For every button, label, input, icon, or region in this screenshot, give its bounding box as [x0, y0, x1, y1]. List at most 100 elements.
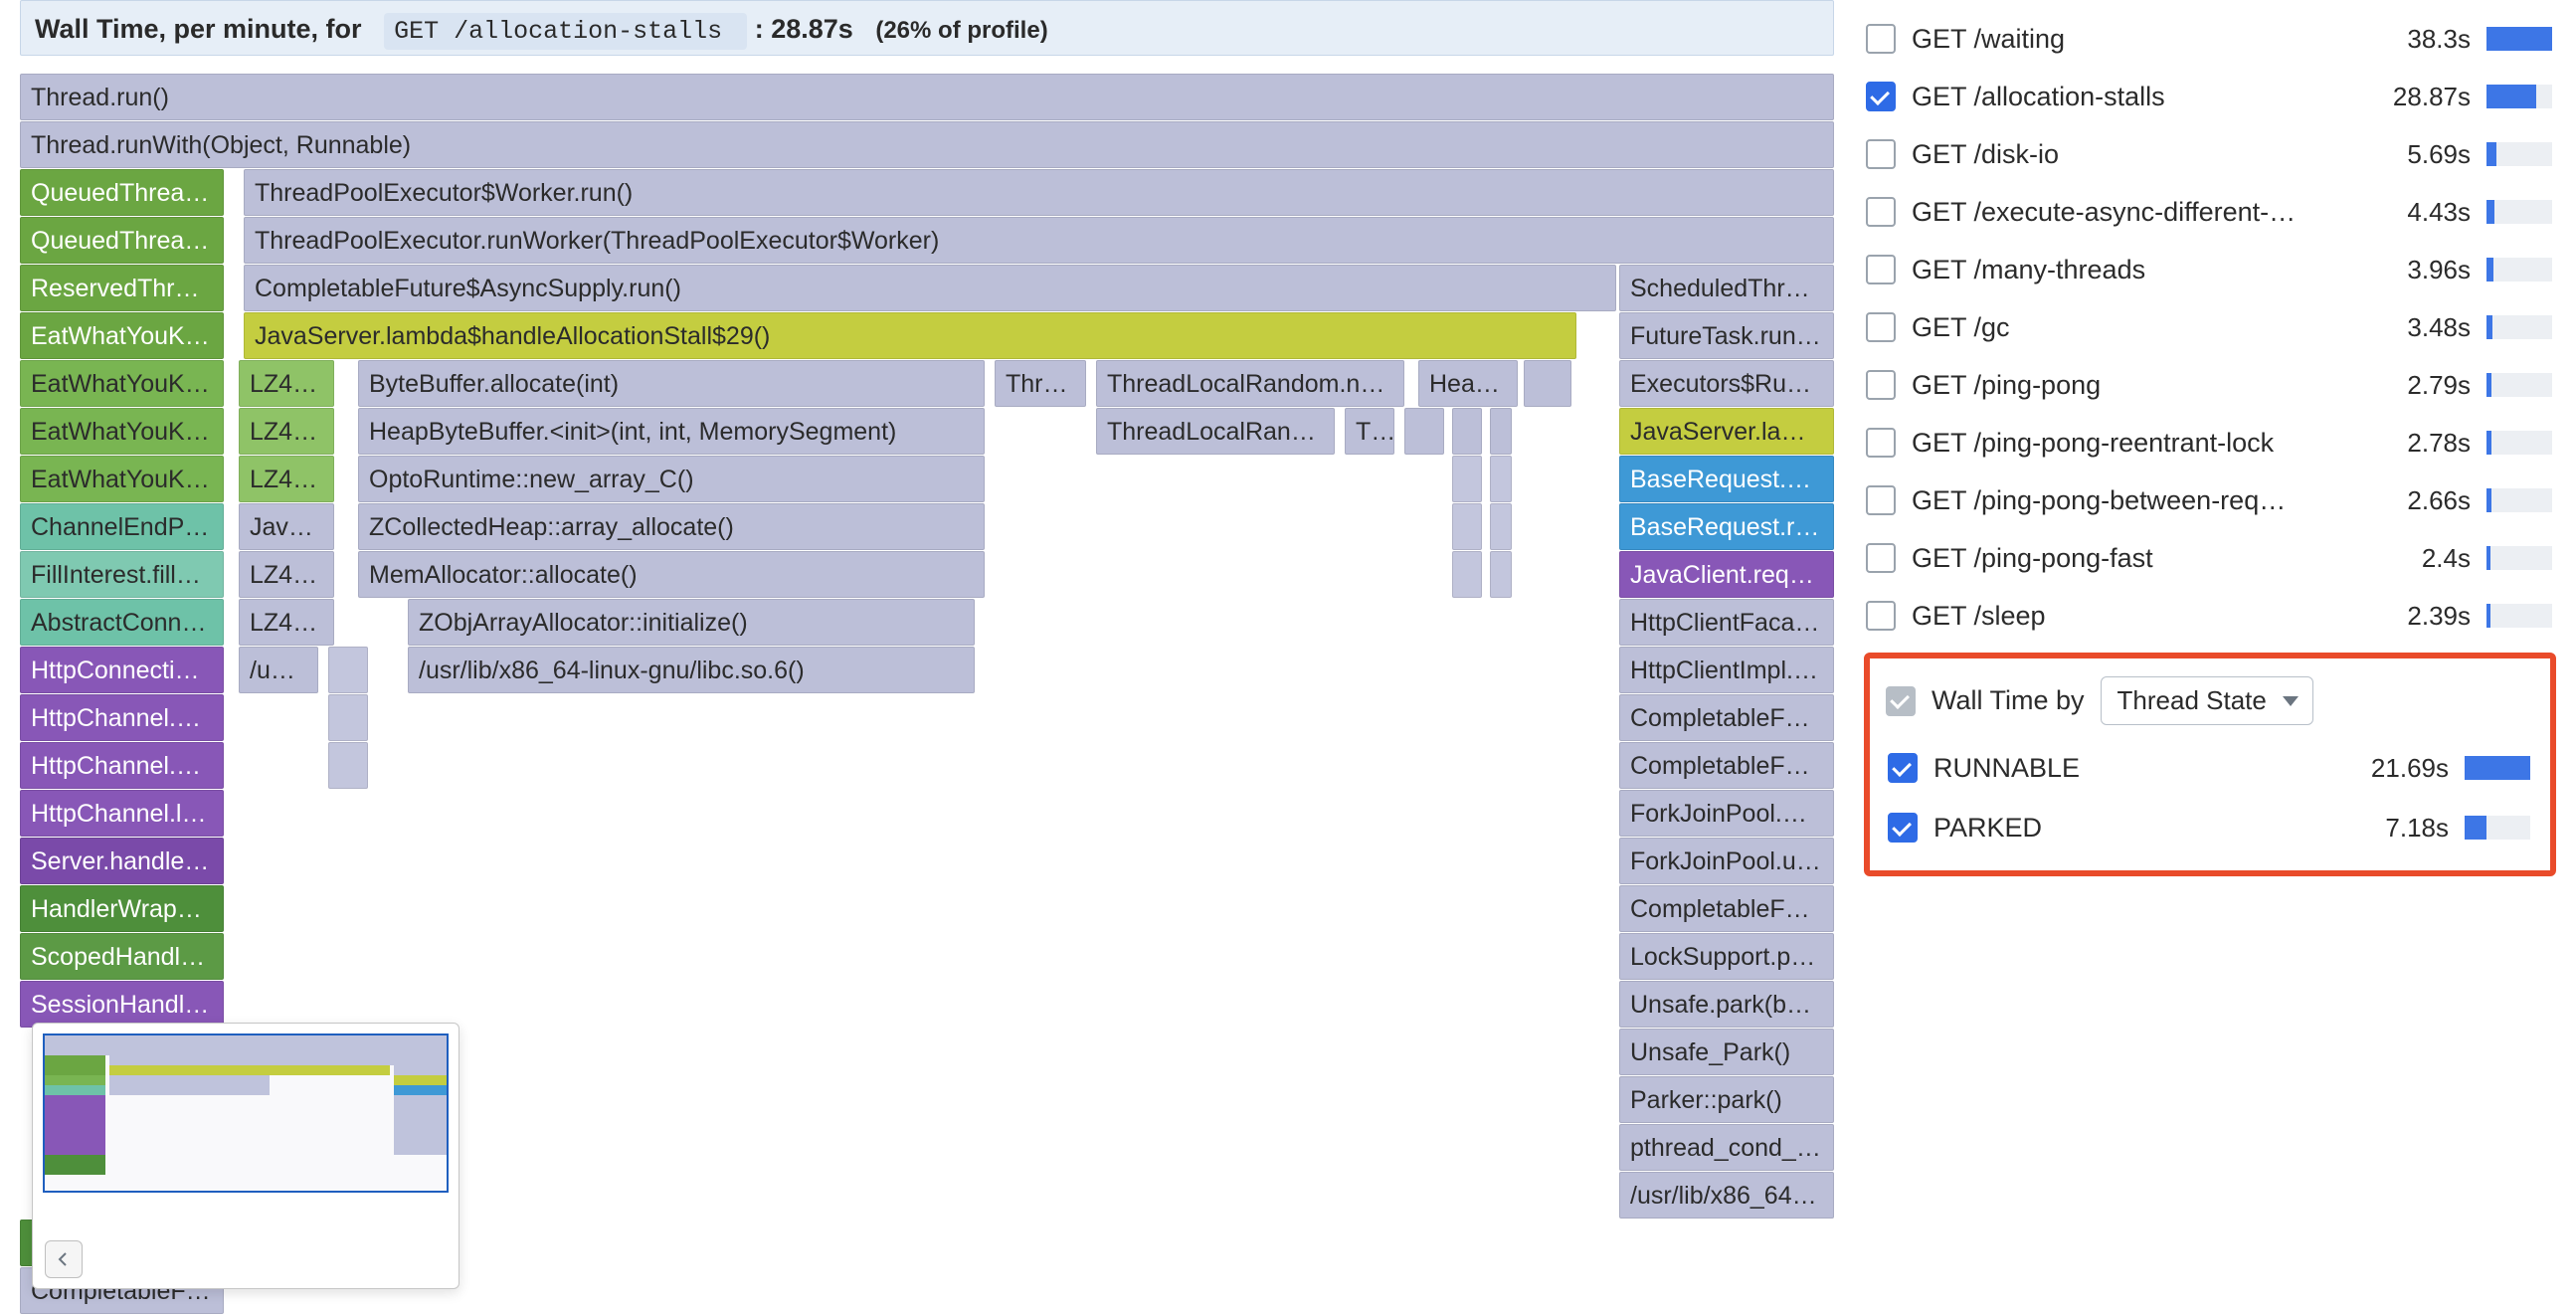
flame-frame[interactable]: CompletableFuture$AsyncSupply.run(): [244, 265, 1616, 311]
flame-frame[interactable]: Unsafe.park(boo…: [1619, 981, 1834, 1028]
flame-frame[interactable]: Unsafe_Park(): [1619, 1029, 1834, 1075]
flame-frame[interactable]: ScopedHandler.h…: [20, 933, 224, 980]
flame-frame[interactable]: ChannelEndPoin…: [20, 503, 224, 550]
flame-frame[interactable]: ThreadPoolExecutor.runWorker(ThreadPoolE…: [244, 217, 1834, 264]
endpoint-checkbox[interactable]: [1866, 485, 1896, 515]
endpoint-checkbox[interactable]: [1866, 370, 1896, 400]
flame-frame[interactable]: /usr/lib/x86_64-linux-gnu/libc.so.6(): [408, 647, 975, 693]
endpoint-row[interactable]: GET /sleep2.39s: [1864, 593, 2556, 639]
endpoint-checkbox[interactable]: [1866, 428, 1896, 458]
flame-frame[interactable]: [1452, 503, 1482, 550]
endpoint-checkbox[interactable]: [1866, 543, 1896, 573]
flame-frame[interactable]: [1490, 503, 1512, 550]
flame-frame[interactable]: T…: [1345, 408, 1394, 455]
flame-frame[interactable]: Executors$Runn…: [1619, 360, 1834, 407]
flame-frame[interactable]: EatWhatYouKill.t…: [20, 360, 224, 407]
flame-frame[interactable]: CompletableFut…: [1619, 742, 1834, 789]
flame-frame[interactable]: Thread.run(): [20, 74, 1834, 120]
endpoint-checkbox[interactable]: [1866, 197, 1896, 227]
endpoint-checkbox[interactable]: [1866, 601, 1896, 631]
flame-frame[interactable]: [328, 647, 368, 693]
flame-frame[interactable]: ForkJoinPool.ma…: [1619, 790, 1834, 837]
flame-frame[interactable]: QueuedThreadP…: [20, 217, 224, 264]
flame-frame[interactable]: ByteBuffer.allocate(int): [358, 360, 985, 407]
flame-frame[interactable]: EatWhatYouKill.r…: [20, 456, 224, 502]
flame-frame[interactable]: FillInterest.fillabl…: [20, 551, 224, 598]
flame-frame[interactable]: AbstractConnect…: [20, 599, 224, 646]
flame-frame[interactable]: ZObjArrayAllocator::initialize(): [408, 599, 975, 646]
flame-frame[interactable]: ThreadLocalRandom…: [1096, 408, 1335, 455]
endpoint-row[interactable]: GET /allocation-stalls28.87s: [1864, 74, 2556, 119]
flame-frame[interactable]: [1490, 551, 1512, 598]
flame-frame[interactable]: [1490, 456, 1512, 502]
flame-frame[interactable]: MemAllocator::allocate(): [358, 551, 985, 598]
flame-frame[interactable]: [1452, 408, 1482, 455]
flame-frame[interactable]: BaseRequest.req…: [1619, 503, 1834, 550]
flame-frame[interactable]: QueuedThreadP…: [20, 169, 224, 216]
flame-frame[interactable]: HttpChannel.lam…: [20, 790, 224, 837]
thread-state-row[interactable]: RUNNABLE21.69s: [1886, 745, 2534, 791]
endpoint-row[interactable]: GET /disk-io5.69s: [1864, 131, 2556, 177]
flame-frame[interactable]: LZ4C…: [239, 360, 334, 407]
flame-frame[interactable]: Thread.runWith(Object, Runnable): [20, 121, 1834, 168]
flame-frame[interactable]: HeapByteBuffer.<init>(int, int, MemorySe…: [358, 408, 985, 455]
flame-frame[interactable]: HttpClientFacad…: [1619, 599, 1834, 646]
flame-frame[interactable]: LockSupport.par…: [1619, 933, 1834, 980]
flame-frame[interactable]: ThreadPoolExecutor$Worker.run(): [244, 169, 1834, 216]
minimap[interactable]: [32, 1023, 460, 1289]
flame-frame[interactable]: Heap…: [1418, 360, 1518, 407]
minimap-collapse-button[interactable]: [45, 1240, 83, 1278]
endpoint-checkbox[interactable]: [1866, 139, 1896, 169]
flame-frame[interactable]: ForkJoinPool.un…: [1619, 838, 1834, 884]
endpoint-row[interactable]: GET /execute-async-different-…4.43s: [1864, 189, 2556, 235]
flame-frame[interactable]: [1452, 551, 1482, 598]
flame-frame[interactable]: HandlerWrapper.…: [20, 885, 224, 932]
endpoint-row[interactable]: GET /ping-pong-between-req…2.66s: [1864, 477, 2556, 523]
flame-frame[interactable]: LZ4_c…: [239, 551, 334, 598]
flame-frame[interactable]: LZ4_c…: [239, 599, 334, 646]
flame-frame[interactable]: [1490, 408, 1512, 455]
endpoint-checkbox[interactable]: [1866, 312, 1896, 342]
flame-frame[interactable]: CompletableFut…: [1619, 885, 1834, 932]
wall-time-by-checkbox[interactable]: [1886, 686, 1916, 716]
flame-frame[interactable]: CompletableFut…: [1619, 694, 1834, 741]
flame-frame[interactable]: HttpChannel.ha…: [20, 694, 224, 741]
flame-frame[interactable]: BaseRequest.as…: [1619, 456, 1834, 502]
thread-state-select[interactable]: Thread State: [2101, 676, 2313, 725]
flame-frame[interactable]: EatWhatYouKill.d…: [20, 408, 224, 455]
flame-frame[interactable]: [1452, 456, 1482, 502]
endpoint-row[interactable]: GET /many-threads3.96s: [1864, 247, 2556, 292]
flame-frame[interactable]: JavaClient.reque…: [1619, 551, 1834, 598]
flame-frame[interactable]: ReservedThread…: [20, 265, 224, 311]
flame-frame[interactable]: HttpConnection.…: [20, 647, 224, 693]
flame-frame[interactable]: HttpClientImpl.s…: [1619, 647, 1834, 693]
flame-frame[interactable]: [1524, 360, 1571, 407]
flame-frame[interactable]: FutureTask.runA…: [1619, 312, 1834, 359]
flame-frame[interactable]: Java_…: [239, 503, 334, 550]
flame-frame[interactable]: EatWhatYouKill.r…: [20, 312, 224, 359]
flame-frame[interactable]: Server.handle(Ht…: [20, 838, 224, 884]
flame-frame[interactable]: OptoRuntime::new_array_C(): [358, 456, 985, 502]
flame-frame[interactable]: ThreadLocalRandom.nextI…: [1096, 360, 1404, 407]
endpoint-checkbox[interactable]: [1866, 82, 1896, 111]
endpoint-row[interactable]: GET /ping-pong-reentrant-lock2.78s: [1864, 420, 2556, 466]
flame-frame[interactable]: LZ4JN…: [239, 456, 334, 502]
thread-state-row[interactable]: PARKED7.18s: [1886, 805, 2534, 850]
flame-frame[interactable]: /us…: [239, 647, 318, 693]
flame-frame[interactable]: [328, 742, 368, 789]
flame-frame[interactable]: Thre…: [995, 360, 1086, 407]
endpoint-checkbox[interactable]: [1866, 255, 1896, 284]
flame-frame[interactable]: SessionHandler.…: [20, 981, 224, 1028]
thread-state-checkbox[interactable]: [1888, 813, 1918, 843]
flame-frame[interactable]: /usr/lib/x86_64-li…: [1619, 1172, 1834, 1219]
flame-frame[interactable]: JavaServer.lambda$handleAllocationStall$…: [244, 312, 1576, 359]
flame-frame[interactable]: [1404, 408, 1444, 455]
endpoint-row[interactable]: GET /ping-pong-fast2.4s: [1864, 535, 2556, 581]
flame-frame[interactable]: LZ4JN…: [239, 408, 334, 455]
minimap-viewport[interactable]: [43, 1033, 449, 1193]
endpoint-row[interactable]: GET /waiting38.3s: [1864, 16, 2556, 62]
endpoint-row[interactable]: GET /ping-pong2.79s: [1864, 362, 2556, 408]
flame-frame[interactable]: ScheduledThrea…: [1619, 265, 1834, 311]
endpoint-row[interactable]: GET /gc3.48s: [1864, 304, 2556, 350]
flame-frame[interactable]: Parker::park(): [1619, 1076, 1834, 1123]
